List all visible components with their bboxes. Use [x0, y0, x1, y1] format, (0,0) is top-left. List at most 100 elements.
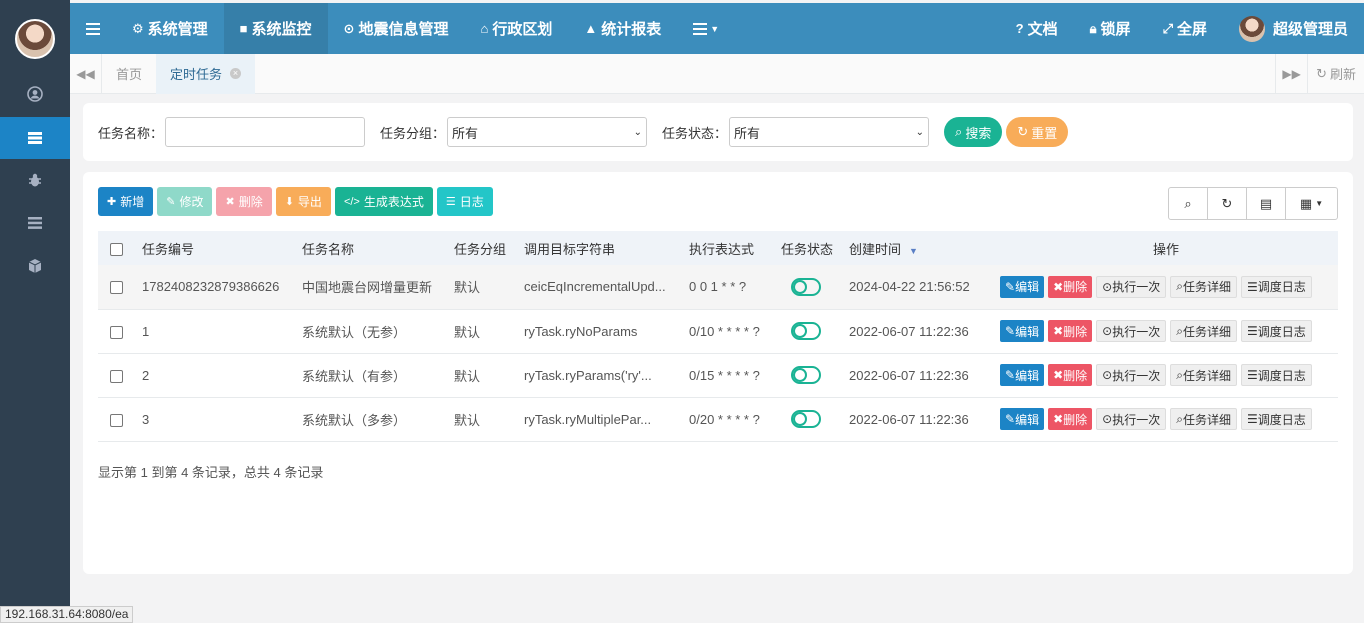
row-schedule-log-button[interactable]: ☰ 调度日志	[1240, 408, 1312, 430]
col-task-id[interactable]: 任务编号	[136, 231, 296, 265]
tab-bar: ◀◀ 首页 定时任务 × ▶▶ ↻ 刷新	[70, 53, 1364, 94]
export-button[interactable]: ⬇ 导出	[275, 187, 331, 216]
table-header-row: 任务编号 任务名称 任务分组 调用目标字符串 执行表达式 任务状态 创建时间 ▼ …	[98, 231, 1338, 265]
sidebar-monitor-icon[interactable]	[0, 117, 70, 159]
table-row[interactable]: 2 系统默认（有参） 默认 ryTask.ryParams('ry'... 0/…	[98, 353, 1338, 398]
table-refresh-button[interactable]: ↻	[1208, 188, 1247, 219]
user-avatar[interactable]	[15, 19, 55, 59]
status-toggle-switch[interactable]	[791, 410, 821, 428]
row-checkbox[interactable]	[110, 325, 123, 339]
row-detail-button[interactable]: ⌕ 任务详细	[1170, 320, 1237, 342]
row-detail-button[interactable]: ⌕ 任务详细	[1170, 364, 1237, 386]
row-edit-button[interactable]: ✎ 编辑	[1000, 364, 1045, 386]
list-icon: ☰	[1246, 279, 1258, 294]
cell-task-id: 3	[136, 397, 296, 442]
row-checkbox[interactable]	[110, 369, 123, 383]
nav-lock-screen[interactable]: 🔒︎ 锁屏	[1074, 3, 1147, 54]
row-schedule-log-button[interactable]: ☰ 调度日志	[1240, 320, 1312, 342]
nav-admin-division[interactable]: ⌂ 行政区划	[464, 3, 568, 54]
edit-button[interactable]: ✎ 修改	[157, 187, 213, 216]
task-status-select[interactable]: 所有 ⌄	[729, 117, 930, 147]
edit-icon: ✎	[1005, 412, 1016, 426]
select-all-checkbox[interactable]	[110, 242, 123, 256]
table-row[interactable]: 3 系统默认（多参） 默认 ryTask.ryMultiplePar... 0/…	[98, 397, 1338, 442]
row-delete-button[interactable]: ✖ 删除	[1048, 275, 1093, 298]
tab-home[interactable]: 首页	[102, 54, 156, 94]
nav-fullscreen[interactable]: ⤢ 全屏	[1147, 3, 1223, 54]
play-circle-icon: ⊙	[1102, 412, 1113, 426]
row-schedule-log-button[interactable]: ☰ 调度日志	[1240, 364, 1312, 386]
menu-toggle-button[interactable]	[70, 3, 116, 54]
task-group-label: 任务分组：	[380, 125, 446, 141]
row-delete-button[interactable]: ✖ 删除	[1048, 408, 1093, 430]
task-group-select[interactable]: 所有 ⌄	[447, 117, 648, 147]
table-search-button[interactable]: ⌕	[1169, 188, 1208, 219]
cell-created-time: 2022-06-07 11:22:36	[843, 397, 994, 442]
nav-statistics-report[interactable]: ▲ 统计报表	[568, 3, 677, 54]
list-alt-icon: ▤	[1259, 195, 1273, 211]
row-run-once-button[interactable]: ⊙ 执行一次	[1096, 320, 1167, 342]
close-icon[interactable]: ×	[230, 68, 242, 79]
row-run-once-button[interactable]: ⊙ 执行一次	[1096, 408, 1167, 430]
tab-refresh-button[interactable]: ↻ 刷新	[1307, 53, 1364, 94]
col-task-group[interactable]: 任务分组	[448, 231, 518, 265]
nav-user-menu[interactable]: 超级管理员	[1223, 3, 1364, 54]
reset-button[interactable]: ↻ 重置	[1006, 117, 1069, 147]
table-row[interactable]: 1 系统默认（无参） 默认 ryTask.ryNoParams 0/10 * *…	[98, 309, 1338, 354]
task-name-input[interactable]	[165, 117, 366, 147]
row-delete-button[interactable]: ✖ 删除	[1048, 364, 1093, 386]
row-schedule-log-button[interactable]: ☰ 调度日志	[1240, 275, 1312, 298]
row-delete-button[interactable]: ✖ 删除	[1048, 320, 1093, 342]
row-checkbox[interactable]	[110, 413, 123, 427]
search-button[interactable]: ⌕ 搜索	[944, 117, 1003, 147]
row-edit-button[interactable]: ✎ 编辑	[1000, 320, 1045, 342]
table-columns-button[interactable]: ▦ ▼	[1286, 188, 1337, 219]
sidebar-cube-icon[interactable]	[0, 245, 70, 287]
status-toggle-switch[interactable]	[791, 322, 821, 340]
row-run-once-button[interactable]: ⊙ 执行一次	[1096, 364, 1167, 386]
backward-icon: ◀◀	[76, 66, 95, 81]
col-created-time[interactable]: 创建时间 ▼	[843, 231, 994, 265]
plus-icon: ✚	[107, 196, 117, 208]
table-row[interactable]: 1782408232879386626 中国地震台网增量更新 默认 ceicEq…	[98, 265, 1338, 310]
row-edit-button[interactable]: ✎ 编辑	[1000, 275, 1045, 298]
col-invoke-target[interactable]: 调用目标字符串	[518, 231, 683, 265]
log-button[interactable]: ☰ 日志	[436, 187, 493, 216]
add-button[interactable]: ✚ 新增	[98, 187, 154, 216]
tab-scroll-right-button[interactable]: ▶▶	[1275, 53, 1307, 94]
nav-system-monitor[interactable]: ■ 系统监控	[223, 3, 328, 54]
nav-system-management[interactable]: ⚙ 系统管理	[116, 3, 224, 54]
tab-scheduled-tasks[interactable]: 定时任务 ×	[156, 53, 256, 94]
search-icon: ⌕	[1184, 195, 1192, 211]
cell-cron: 0 0 1 * * ?	[683, 265, 775, 310]
tab-scroll-left-button[interactable]: ◀◀	[70, 53, 102, 94]
row-run-once-button[interactable]: ⊙ 执行一次	[1096, 275, 1167, 298]
row-select-cell	[98, 309, 136, 354]
cell-invoke-target[interactable]: ryTask.ryNoParams	[518, 309, 683, 354]
col-cron[interactable]: 执行表达式	[683, 231, 775, 265]
nav-docs[interactable]: ? 文档	[1000, 3, 1074, 54]
cell-cron: 0/15 * * * * ?	[683, 353, 775, 398]
cell-invoke-target[interactable]: ryTask.ryMultiplePar...	[518, 397, 683, 442]
status-toggle-switch[interactable]	[791, 366, 821, 384]
row-detail-button[interactable]: ⌕ 任务详细	[1170, 275, 1237, 298]
cell-status	[775, 397, 843, 442]
row-detail-button[interactable]: ⌕ 任务详细	[1170, 408, 1237, 430]
cell-invoke-target[interactable]: ryTask.ryParams('ry'...	[518, 353, 683, 398]
status-toggle-switch[interactable]	[791, 277, 821, 296]
table-toggle-view-button[interactable]: ▤	[1247, 188, 1286, 219]
col-ops: 操作	[994, 231, 1338, 265]
col-status[interactable]: 任务状态	[775, 231, 843, 265]
generate-expression-button[interactable]: </> 生成表达式	[334, 187, 433, 216]
row-checkbox[interactable]	[110, 281, 123, 295]
row-edit-button[interactable]: ✎ 编辑	[1000, 408, 1045, 430]
sidebar-user-icon[interactable]	[0, 73, 70, 115]
task-name-label: 任务名称：	[98, 125, 164, 141]
col-task-name[interactable]: 任务名称	[296, 231, 448, 265]
nav-more-dropdown[interactable]: ▼	[677, 3, 735, 54]
sidebar-list-icon[interactable]	[0, 202, 70, 244]
cell-invoke-target[interactable]: ceicEqIncrementalUpd...	[518, 265, 683, 310]
delete-button[interactable]: ✖ 删除	[216, 187, 272, 216]
sidebar-bug-icon[interactable]	[0, 159, 70, 201]
nav-earthquake-info[interactable]: ⊙ 地震信息管理	[328, 3, 465, 54]
